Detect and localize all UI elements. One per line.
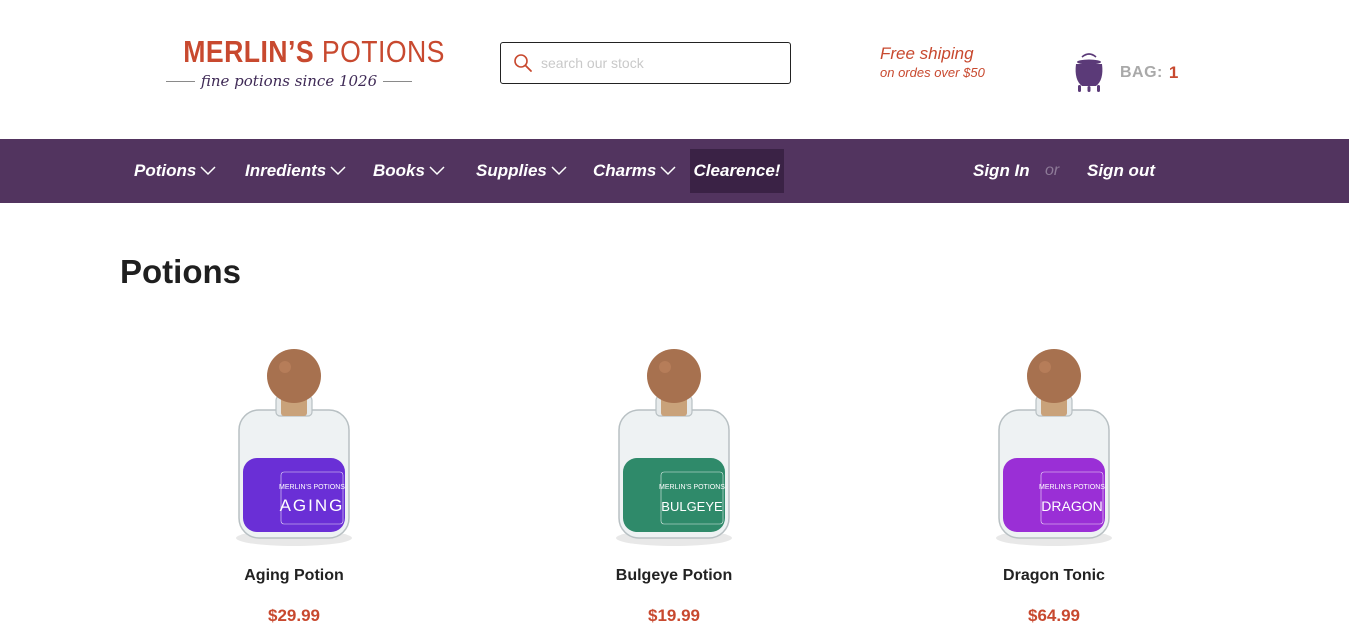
search-icon (514, 54, 532, 72)
shipping-subtitle: on ordes over $50 (880, 65, 985, 80)
bag-count: 1 (1168, 63, 1179, 82)
logo-rule-left (166, 80, 195, 82)
nav-item-label: Charms (593, 161, 657, 180)
sign-in-link[interactable]: Sign In (973, 139, 1030, 203)
logo-tagline: fine potions since 1026 (200, 72, 378, 90)
svg-text:MERLIN'S POTIONS: MERLIN'S POTIONS (659, 484, 725, 491)
potion-bottle-image[interactable]: MERLIN'S POTIONS AGING (229, 340, 359, 555)
site-header: MERLIN’S POTIONS fine potions since 1026… (0, 0, 1366, 139)
svg-text:DRAGON: DRAGON (1041, 498, 1102, 514)
svg-text:AGING: AGING (280, 496, 345, 515)
nav-item-potions[interactable]: Potions (134, 139, 216, 203)
nav-item-label: Inredients (245, 161, 327, 180)
cauldron-icon (1075, 53, 1103, 92)
logo-rule-right (383, 80, 412, 82)
sign-out-link[interactable]: Sign out (1087, 139, 1155, 203)
product-name[interactable]: Dragon Tonic (964, 565, 1144, 587)
nav-or-separator: or (1045, 162, 1060, 179)
search-input[interactable] (541, 48, 781, 78)
nav-item-label: Supplies (476, 161, 547, 180)
chevron-down-icon (551, 166, 567, 176)
nav-item-charms[interactable]: Charms (593, 139, 676, 203)
svg-text:MERLIN'S POTIONS: MERLIN'S POTIONS (279, 484, 345, 491)
search-box[interactable] (500, 42, 791, 84)
bag-button[interactable]: BAG: 1 (1072, 52, 1178, 94)
page-title: Potions (120, 253, 241, 290)
product-price: $19.99 (648, 606, 700, 625)
nav-item-books[interactable]: Books (373, 139, 445, 203)
free-shipping-notice: Free shiping on ordes over $50 (880, 44, 985, 82)
nav-item-clearance[interactable]: Clearence! (690, 149, 784, 193)
svg-text:MERLIN'S POTIONS: MERLIN'S POTIONS (1039, 484, 1105, 491)
product-card[interactable]: MERLIN'S POTIONS BULGEYE Bulgeye Potion … (584, 340, 764, 627)
product-card[interactable]: MERLIN'S POTIONS AGING Aging Potion $29.… (204, 340, 384, 627)
product-price: $64.99 (1028, 606, 1080, 625)
chevron-down-icon (200, 166, 216, 176)
chevron-down-icon (660, 166, 676, 176)
product-card[interactable]: MERLIN'S POTIONS DRAGON Dragon Tonic $64… (964, 340, 1144, 627)
logo-tagline-row: fine potions since 1026 (166, 72, 412, 90)
nav-item-label: Potions (134, 161, 197, 180)
main-nav: Potions Inredients Books Supplies Charms… (0, 139, 1349, 203)
logo[interactable]: MERLIN’S POTIONS fine potions since 1026 (166, 34, 445, 96)
potion-bottle-image[interactable]: MERLIN'S POTIONS BULGEYE (609, 340, 739, 555)
logo-title: MERLIN’S POTIONS (183, 34, 445, 69)
nav-item-supplies[interactable]: Supplies (476, 139, 567, 203)
chevron-down-icon (429, 166, 445, 176)
nav-item-ingredients[interactable]: Inredients (245, 139, 346, 203)
chevron-down-icon (330, 166, 346, 176)
bag-label: BAG: (1120, 64, 1163, 81)
shipping-title: Free shiping (880, 44, 974, 63)
product-price: $29.99 (268, 606, 320, 625)
potion-bottle-image[interactable]: MERLIN'S POTIONS DRAGON (989, 340, 1119, 555)
nav-item-label: Books (373, 161, 425, 180)
product-name[interactable]: Bulgeye Potion (584, 565, 764, 587)
product-name[interactable]: Aging Potion (204, 565, 384, 587)
svg-text:BULGEYE: BULGEYE (661, 499, 723, 514)
